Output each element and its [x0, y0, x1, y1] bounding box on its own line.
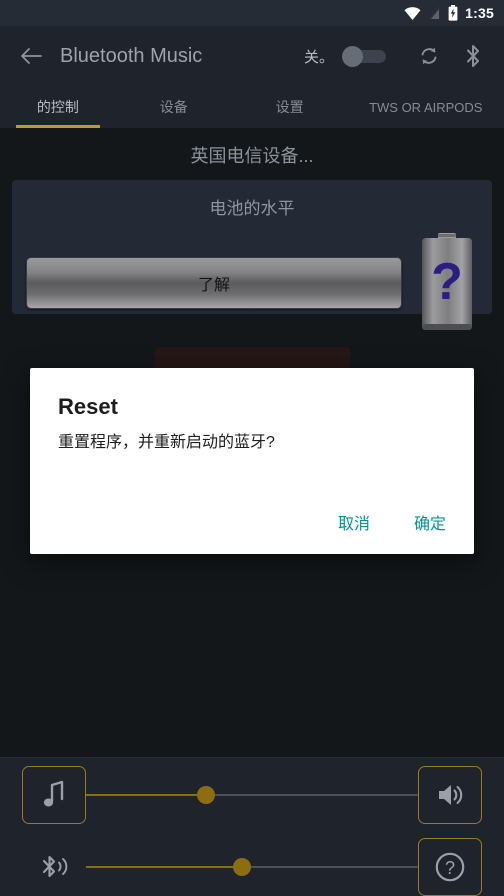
bluetooth-icon[interactable] — [456, 39, 490, 73]
wifi-icon — [404, 6, 421, 20]
call-slider-fill — [86, 866, 243, 868]
learn-button[interactable]: 了解 — [26, 257, 402, 309]
bluetooth-audio-icon[interactable] — [22, 838, 86, 896]
tab-devices[interactable]: 设备 — [116, 86, 232, 128]
back-arrow-icon[interactable] — [14, 39, 48, 73]
battery-card-row: 了解 ? — [26, 233, 478, 333]
call-volume-slider[interactable] — [86, 852, 418, 882]
app-bar-title: Bluetooth Music — [60, 44, 203, 67]
bluetooth-state-label: 关。 — [303, 48, 334, 66]
volume-up-icon[interactable] — [418, 766, 482, 824]
app-screen: 1:35 Bluetooth Music 关。 的控制 设备 设置 TWS OR… — [0, 0, 504, 896]
svg-text:?: ? — [431, 253, 463, 311]
battery-unknown-icon: ? — [416, 233, 478, 333]
media-volume-slider[interactable] — [86, 780, 418, 810]
tab-control[interactable]: 的控制 — [0, 86, 116, 128]
call-volume-row: ? — [0, 838, 504, 896]
bluetooth-toggle-switch[interactable] — [342, 45, 386, 67]
reset-dialog: Reset 重置程序，并重新启动的蓝牙? 取消 确定 — [30, 368, 474, 554]
media-volume-row — [0, 766, 504, 824]
connected-device-name: 英国电信设备... — [190, 146, 314, 166]
main-content: 英国电信设备... 电池的水平 了解 ? — [0, 128, 504, 330]
app-bar: Bluetooth Music 关。 — [0, 26, 504, 86]
dialog-confirm-button[interactable]: 确定 — [406, 504, 454, 540]
dialog-message: 重置程序，并重新启动的蓝牙? — [58, 434, 275, 451]
tab-settings[interactable]: 设置 — [232, 86, 348, 128]
tab-tws-airpods[interactable]: TWS OR AIRPODS — [348, 86, 504, 128]
music-note-icon[interactable] — [22, 766, 86, 824]
media-slider-fill — [86, 794, 206, 796]
status-bar-clock: 1:35 — [465, 5, 494, 21]
battery-level-title: 电池的水平 — [209, 199, 295, 218]
dialog-actions: 取消 确定 — [330, 504, 454, 540]
toggle-thumb — [342, 45, 363, 67]
no-signal-icon — [428, 6, 441, 20]
media-slider-thumb[interactable] — [196, 786, 215, 804]
call-slider-thumb[interactable] — [233, 858, 252, 876]
dialog-cancel-button[interactable]: 取消 — [330, 504, 378, 540]
svg-text:?: ? — [445, 858, 455, 878]
battery-charging-icon — [448, 5, 458, 21]
battery-level-card: 电池的水平 了解 ? — [12, 180, 492, 330]
status-bar: 1:35 — [0, 0, 504, 26]
dialog-title: Reset — [58, 394, 118, 419]
help-circle-icon[interactable]: ? — [418, 838, 482, 896]
tab-bar: 的控制 设备 设置 TWS OR AIRPODS — [0, 86, 504, 128]
bottom-control-bar: ? — [0, 757, 504, 896]
sync-icon[interactable] — [412, 39, 446, 73]
